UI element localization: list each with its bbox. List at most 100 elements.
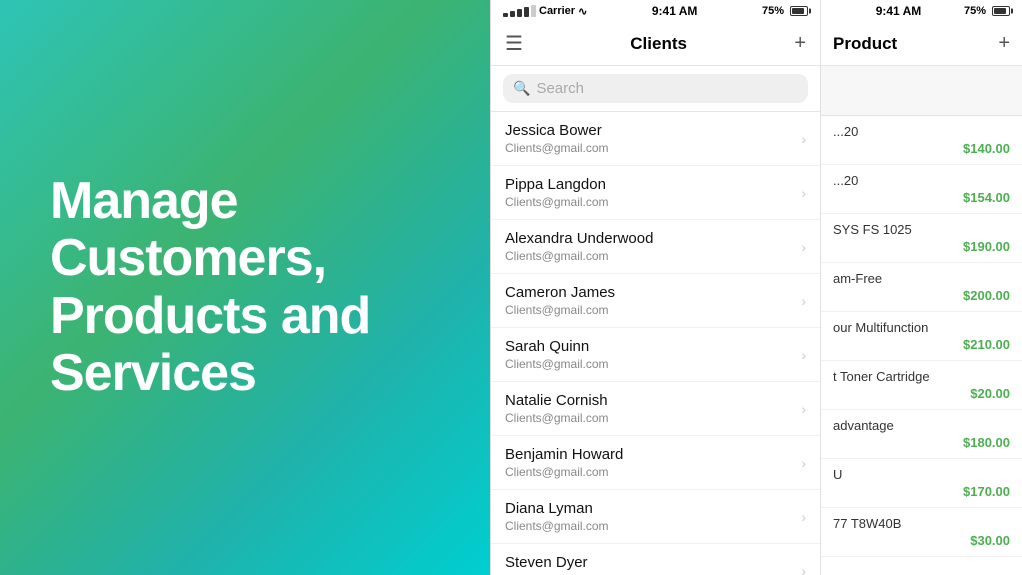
add-product-icon[interactable]: +	[998, 32, 1010, 55]
hero-text: Manage Customers, Products and Services	[50, 173, 440, 402]
hamburger-icon[interactable]: ☰	[505, 31, 523, 56]
product-price: $20.00	[833, 386, 1010, 401]
product-name: our Multifunction	[833, 320, 1010, 335]
client-email: Clients@gmail.com	[505, 411, 609, 425]
wifi-icon: ∿	[578, 5, 587, 18]
client-email: Clients@gmail.com	[505, 195, 609, 209]
product-list-item[interactable]: advantage $180.00	[821, 410, 1022, 459]
signal-dot-3	[517, 9, 522, 17]
product-name: t Toner Cartridge	[833, 369, 1010, 384]
client-email: Clients@gmail.com	[505, 141, 609, 155]
battery-percent: 75%	[762, 5, 784, 17]
right-panels: Carrier ∿ 9:41 AM 75% ☰ Clients + 🔍 Sear…	[490, 0, 1022, 575]
product-price: $170.00	[833, 484, 1010, 499]
product-name: 77 T8W40B	[833, 516, 1010, 531]
signal-dot-5	[531, 5, 536, 17]
client-list-item[interactable]: Steven Dyer Clients@gmail.com ›	[491, 544, 820, 575]
client-list-item[interactable]: Cameron James Clients@gmail.com ›	[491, 274, 820, 328]
client-list-item[interactable]: Sarah Quinn Clients@gmail.com ›	[491, 328, 820, 382]
product-list-item[interactable]: t Toner Cartridge $20.00	[821, 361, 1022, 410]
battery-area: 75%	[762, 5, 808, 17]
product-list-item[interactable]: am-Free $200.00	[821, 263, 1022, 312]
search-icon: 🔍	[513, 80, 530, 97]
chevron-right-icon: ›	[801, 563, 806, 575]
battery-icon	[790, 6, 808, 16]
signal-dot-2	[510, 11, 515, 17]
client-info: Diana Lyman Clients@gmail.com	[505, 500, 609, 533]
product-name: U	[833, 467, 1010, 482]
product-list-item[interactable]: ...20 $154.00	[821, 165, 1022, 214]
client-name: Benjamin Howard	[505, 446, 623, 463]
signal-dots	[503, 5, 536, 17]
chevron-right-icon: ›	[801, 401, 806, 417]
product-list-item[interactable]: ...20 $140.00	[821, 116, 1022, 165]
product-name: SYS FS 1025	[833, 222, 1010, 237]
products-status-bar: 9:41 AM 75%	[821, 0, 1022, 22]
product-price: $154.00	[833, 190, 1010, 205]
client-name: Sarah Quinn	[505, 338, 609, 355]
client-name: Natalie Cornish	[505, 392, 609, 409]
product-price: $200.00	[833, 288, 1010, 303]
client-info: Pippa Langdon Clients@gmail.com	[505, 176, 609, 209]
client-email: Clients@gmail.com	[505, 357, 609, 371]
product-price: $210.00	[833, 337, 1010, 352]
chevron-right-icon: ›	[801, 185, 806, 201]
clients-time: 9:41 AM	[652, 4, 698, 18]
product-list-item[interactable]: 77 T8W40B $30.00	[821, 508, 1022, 557]
search-placeholder: Search	[536, 80, 584, 97]
client-name: Pippa Langdon	[505, 176, 609, 193]
carrier-label: Carrier	[539, 5, 575, 17]
signal-area: Carrier ∿	[503, 5, 587, 18]
product-name: am-Free	[833, 271, 1010, 286]
chevron-right-icon: ›	[801, 293, 806, 309]
product-name: ...20	[833, 124, 1010, 139]
add-client-icon[interactable]: +	[794, 32, 806, 55]
product-price: $190.00	[833, 239, 1010, 254]
chevron-right-icon: ›	[801, 509, 806, 525]
chevron-right-icon: ›	[801, 131, 806, 147]
product-price: $30.00	[833, 533, 1010, 548]
product-price: $140.00	[833, 141, 1010, 156]
client-info: Cameron James Clients@gmail.com	[505, 284, 615, 317]
products-battery-percent: 75%	[964, 5, 986, 17]
products-search-bar	[821, 66, 1022, 116]
client-email: Clients@gmail.com	[505, 303, 615, 317]
product-list-item[interactable]: SYS FS 1025 $190.00	[821, 214, 1022, 263]
client-name: Jessica Bower	[505, 122, 609, 139]
chevron-right-icon: ›	[801, 347, 806, 363]
products-phone: 9:41 AM 75% Product + ...20 $140.00 ...2…	[820, 0, 1022, 575]
product-list: ...20 $140.00 ...20 $154.00 SYS FS 1025 …	[821, 116, 1022, 575]
client-list-item[interactable]: Benjamin Howard Clients@gmail.com ›	[491, 436, 820, 490]
products-battery-area: 75%	[964, 5, 1010, 17]
client-info: Sarah Quinn Clients@gmail.com	[505, 338, 609, 371]
product-list-item[interactable]: U $170.00	[821, 459, 1022, 508]
product-list-item[interactable]: our Multifunction $210.00	[821, 312, 1022, 361]
client-email: Clients@gmail.com	[505, 519, 609, 533]
client-name: Cameron James	[505, 284, 615, 301]
client-name: Steven Dyer	[505, 554, 609, 571]
product-name: ...20	[833, 173, 1010, 188]
clients-status-bar: Carrier ∿ 9:41 AM 75%	[491, 0, 820, 22]
client-list-item[interactable]: Pippa Langdon Clients@gmail.com ›	[491, 166, 820, 220]
chevron-right-icon: ›	[801, 239, 806, 255]
clients-nav-bar: ☰ Clients +	[491, 22, 820, 66]
signal-dot-4	[524, 7, 529, 17]
clients-search-bar: 🔍 Search	[491, 66, 820, 112]
client-list-item[interactable]: Alexandra Underwood Clients@gmail.com ›	[491, 220, 820, 274]
signal-dot-1	[503, 13, 508, 17]
client-list-item[interactable]: Jessica Bower Clients@gmail.com ›	[491, 112, 820, 166]
search-input-container[interactable]: 🔍 Search	[503, 74, 808, 103]
client-info: Benjamin Howard Clients@gmail.com	[505, 446, 623, 479]
client-list-item[interactable]: Diana Lyman Clients@gmail.com ›	[491, 490, 820, 544]
clients-nav-title: Clients	[630, 34, 687, 54]
client-info: Natalie Cornish Clients@gmail.com	[505, 392, 609, 425]
client-name: Alexandra Underwood	[505, 230, 653, 247]
left-panel: Manage Customers, Products and Services	[0, 0, 490, 575]
products-time: 9:41 AM	[876, 4, 922, 18]
products-battery-icon	[992, 6, 1010, 16]
chevron-right-icon: ›	[801, 455, 806, 471]
client-list-item[interactable]: Natalie Cornish Clients@gmail.com ›	[491, 382, 820, 436]
client-email: Clients@gmail.com	[505, 249, 653, 263]
client-list: Jessica Bower Clients@gmail.com › Pippa …	[491, 112, 820, 575]
clients-phone: Carrier ∿ 9:41 AM 75% ☰ Clients + 🔍 Sear…	[490, 0, 820, 575]
